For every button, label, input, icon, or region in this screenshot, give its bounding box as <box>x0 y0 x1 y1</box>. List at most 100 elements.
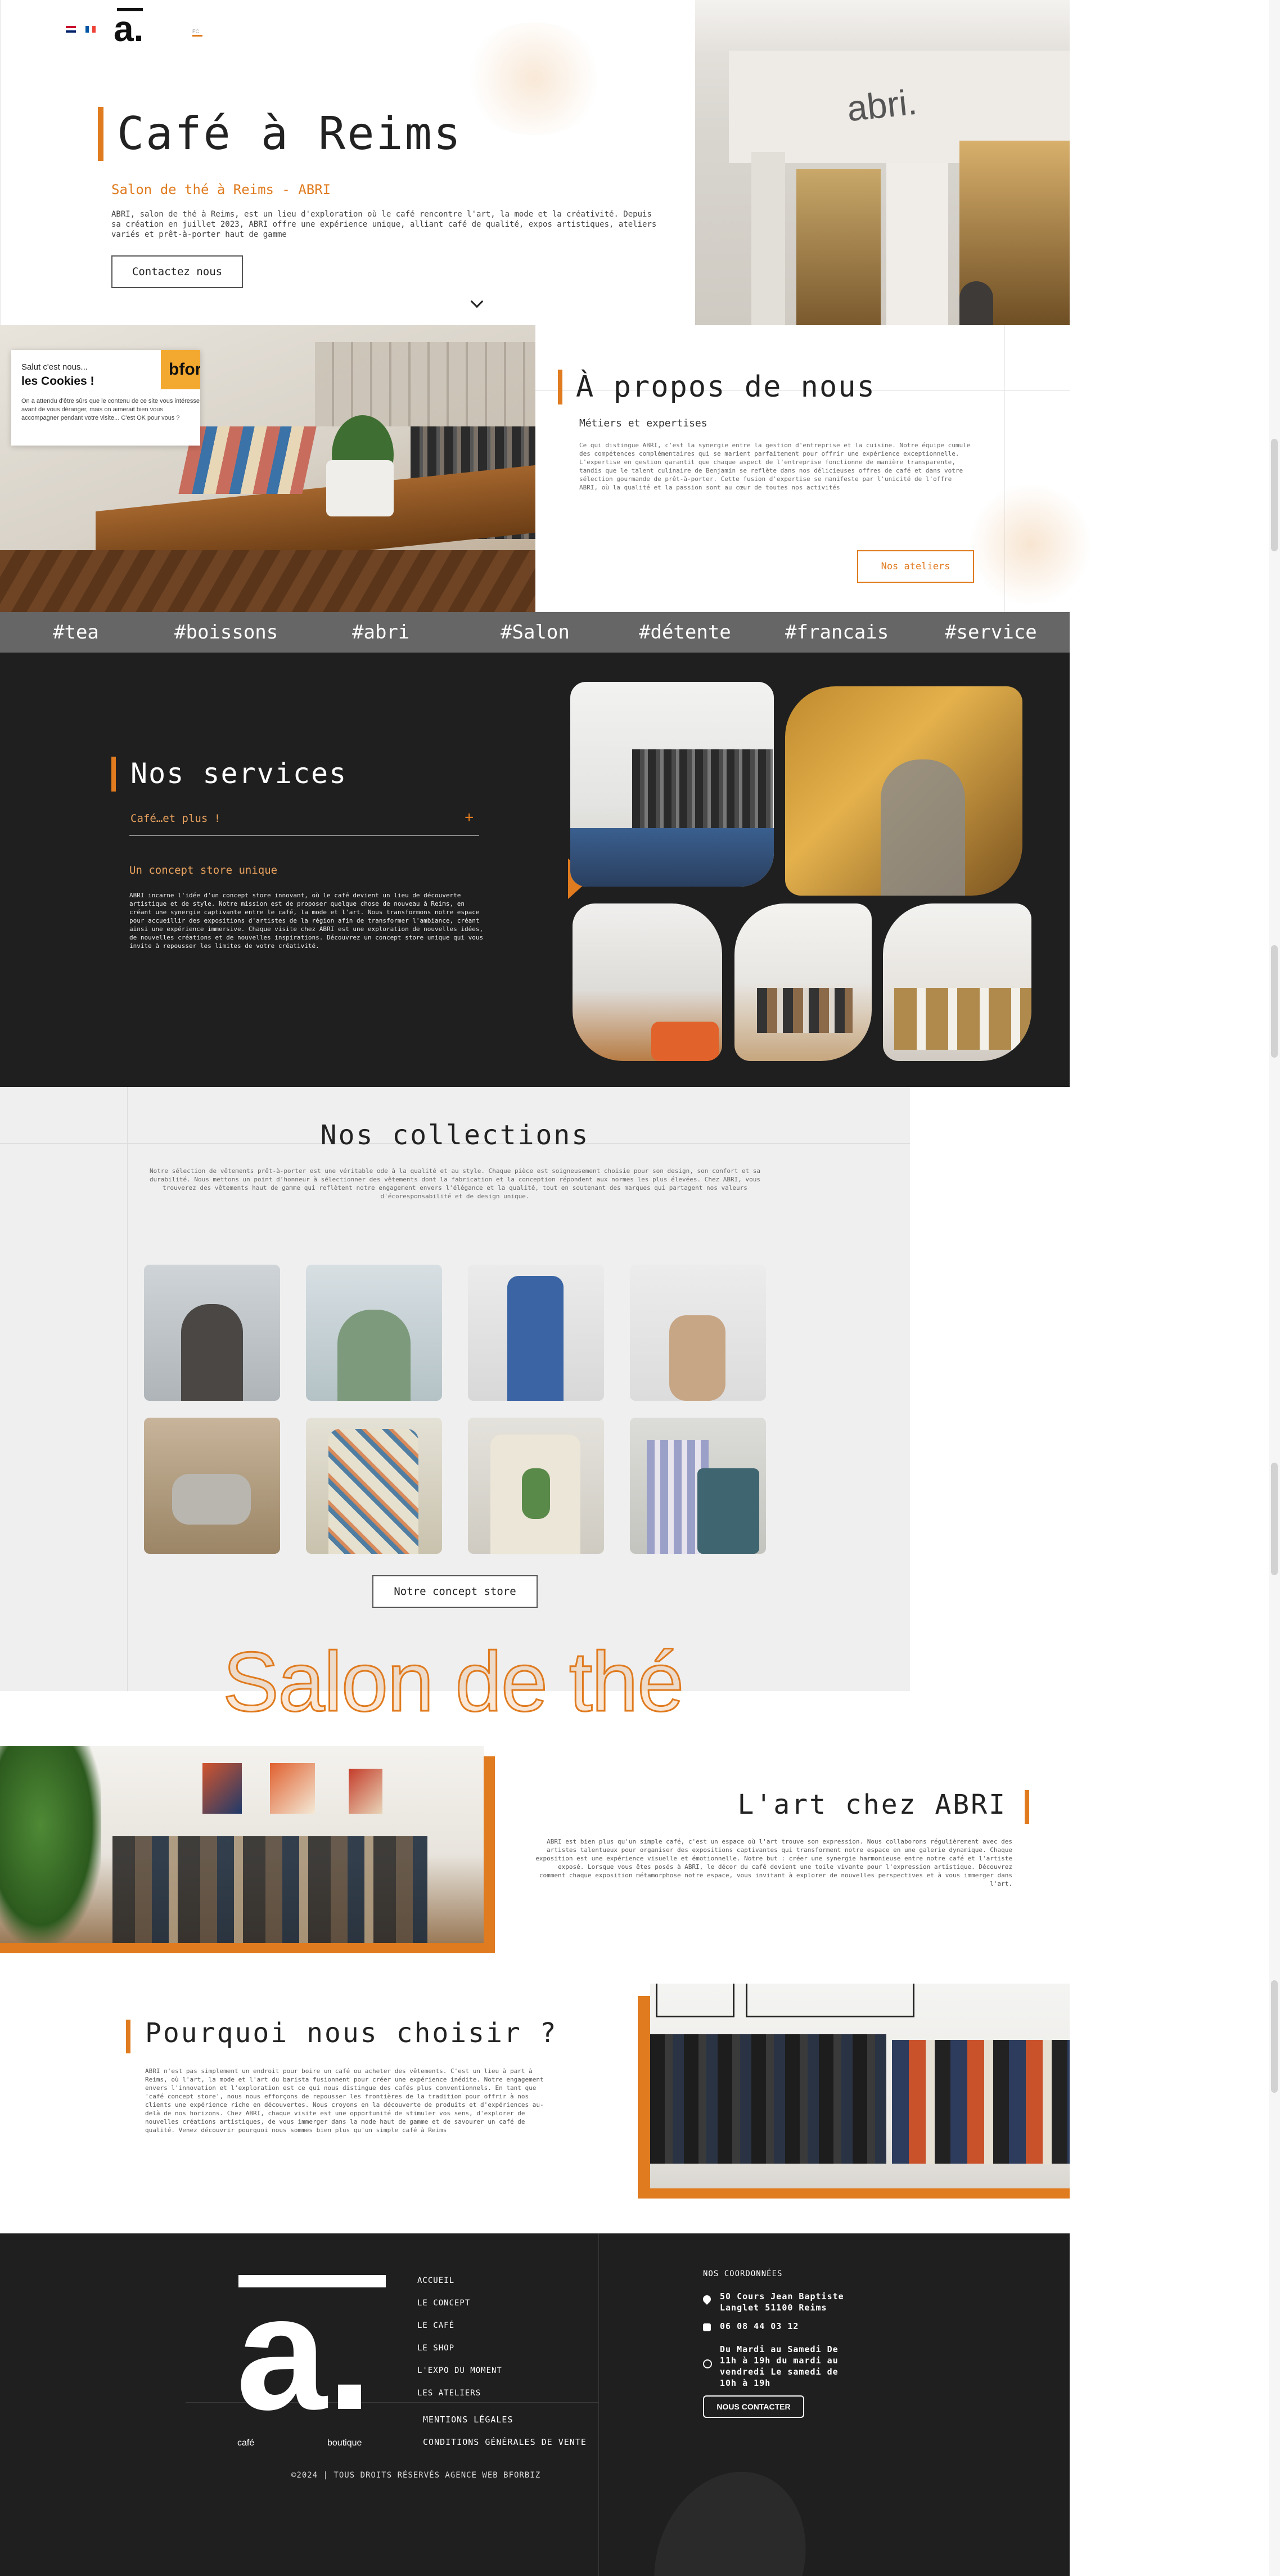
storefront-sky <box>695 0 1070 51</box>
rack-clothes-colored <box>892 2040 1070 2164</box>
footer-copyright: ©2024 | TOUS DROITS RÉSERVÉS AGENCE WEB … <box>291 2471 541 2480</box>
tag-item[interactable]: #détente <box>639 612 731 653</box>
product-figure <box>181 1304 243 1401</box>
footer-divider <box>598 2233 599 2576</box>
concept-body: ABRI incarne l'idée d'un concept store i… <box>129 892 484 950</box>
art-title: L'art chez ABRI <box>737 1789 1007 1820</box>
product-thumb[interactable] <box>630 1418 766 1554</box>
concept-store-button[interactable]: Notre concept store <box>372 1575 538 1608</box>
why-title: Pourquoi nous choisir ? <box>145 2017 558 2049</box>
product-thumb[interactable] <box>144 1265 280 1401</box>
about-body: Ce qui distingue ABRI, c'est la synergie… <box>579 442 971 491</box>
footer-logo-left: café <box>237 2438 255 2448</box>
tag-item[interactable]: #Salon <box>501 612 570 653</box>
storefront-photo: abri. <box>695 0 1070 325</box>
footer-link-legal[interactable]: MENTIONS LÉGALES <box>423 2415 513 2425</box>
footer-hours: Du Mardi au Samedi De 11h à 19h du mardi… <box>720 2344 839 2388</box>
storefront-window <box>796 169 881 325</box>
workshops-button[interactable]: Nos ateliers <box>857 550 974 583</box>
cookie-brand-badge: bfor <box>161 350 200 389</box>
footer-link-concept[interactable]: LE CONCEPT <box>417 2299 470 2308</box>
product-thumb[interactable] <box>468 1418 604 1554</box>
art-painting <box>270 1763 315 1814</box>
photo-table <box>570 828 774 887</box>
hero-title-bar <box>98 107 103 161</box>
services-photo-3 <box>573 903 722 1061</box>
product-thumb[interactable] <box>630 1265 766 1401</box>
header-small-label[interactable]: FC <box>192 25 204 37</box>
footer-link-expo[interactable]: L'EXPO DU MOMENT <box>417 2366 502 2375</box>
scrollbar-thumb[interactable] <box>1271 1463 1278 1575</box>
clothing-rack-photo <box>650 1984 1070 2188</box>
photo-chairs <box>651 1022 719 1061</box>
footer-link-shop[interactable]: LE SHOP <box>417 2344 454 2353</box>
photo-people <box>757 988 853 1033</box>
tag-item[interactable]: #abri <box>352 612 409 653</box>
art-painting <box>202 1763 242 1814</box>
accordion-plus-icon: + <box>465 809 474 826</box>
hero-glow <box>461 23 607 135</box>
storefront-pillar <box>751 152 785 325</box>
hero-section <box>0 0 695 325</box>
lang-en-flag[interactable] <box>66 26 76 33</box>
tag-item[interactable]: #service <box>945 612 1037 653</box>
art-people <box>112 1836 427 1943</box>
footer-contact-button[interactable]: NOUS CONTACTER <box>703 2395 804 2418</box>
about-glow <box>968 483 1092 606</box>
collections-title: Nos collections <box>320 1120 590 1151</box>
footer-link-home[interactable]: ACCUEIL <box>417 2276 454 2285</box>
services-photo-5 <box>883 903 1031 1061</box>
grid-line <box>127 1087 128 1691</box>
storefront-sign: abri. <box>845 81 919 129</box>
art-painting <box>349 1769 382 1814</box>
product-thumb[interactable] <box>306 1265 442 1401</box>
coffee-bean-icon <box>629 2450 831 2576</box>
interior-pot <box>326 460 394 516</box>
header-logo[interactable]: a. <box>111 5 156 50</box>
photo-facade-windows <box>894 988 1031 1050</box>
footer-link-cafe[interactable]: LE CAFÉ <box>417 2321 454 2330</box>
lang-fr-flag[interactable] <box>85 26 96 33</box>
services-photo-1 <box>570 682 774 887</box>
photo-barista <box>881 759 965 896</box>
cookie-brand-text: bfor <box>169 360 200 379</box>
scrollbar-thumb[interactable] <box>1271 945 1278 1058</box>
product-bag <box>697 1468 759 1554</box>
tag-item[interactable]: #francais <box>785 612 889 653</box>
product-figure <box>337 1310 411 1401</box>
services-title-bar <box>111 757 116 792</box>
logo-letter: a. <box>114 8 144 49</box>
product-thumb[interactable] <box>468 1265 604 1401</box>
header-small-text: FC <box>192 29 199 34</box>
services-title: Nos services <box>130 757 348 790</box>
cookie-greeting: Salut c'est nous... <box>21 362 88 372</box>
footer-logo[interactable]: a. café boutique <box>236 2268 388 2452</box>
rack-frame <box>746 1984 914 2017</box>
product-figure <box>172 1474 251 1525</box>
product-thumb[interactable] <box>306 1418 442 1554</box>
page-scrollbar[interactable] <box>1269 0 1280 2576</box>
hero-subtitle: Salon de thé à Reims - ABRI <box>111 182 331 197</box>
about-title-bar <box>558 370 562 404</box>
collections-body: Notre sélection de vêtements prêt-à-port… <box>149 1167 761 1200</box>
why-body: ABRI n'est pas simplement un endroit pou… <box>145 2067 544 2134</box>
tag-item[interactable]: #tea <box>53 612 99 653</box>
product-thumb[interactable] <box>144 1418 280 1554</box>
art-plant <box>0 1746 101 1943</box>
cookie-popup[interactable]: Salut c'est nous... les Cookies ! On a a… <box>11 350 200 446</box>
why-title-bar <box>126 2020 130 2053</box>
footer-link-cgv[interactable]: CONDITIONS GÉNÉRALES DE VENTE <box>423 2437 587 2447</box>
tag-item[interactable]: #boissons <box>174 612 278 653</box>
footer-contact-label: NOUS CONTACTER <box>716 2402 791 2411</box>
storefront-person <box>959 281 993 325</box>
footer-link-ateliers[interactable]: LES ATELIERS <box>417 2389 481 2398</box>
services-accordion[interactable]: Café…et plus ! + <box>129 806 479 836</box>
grid-line <box>0 0 1 325</box>
hero-description: ABRI, salon de thé à Reims, est un lieu … <box>111 210 657 239</box>
cookie-body: On a attendu d'être sûrs que le contenu … <box>21 398 200 421</box>
scrollbar-thumb[interactable] <box>1271 1980 1278 2093</box>
contact-button[interactable]: Contactez nous <box>111 255 243 288</box>
concept-title: Un concept store unique <box>129 864 278 876</box>
scrollbar-thumb[interactable] <box>1271 439 1278 551</box>
footer-phone[interactable]: 06 08 44 03 12 <box>720 2321 799 2331</box>
